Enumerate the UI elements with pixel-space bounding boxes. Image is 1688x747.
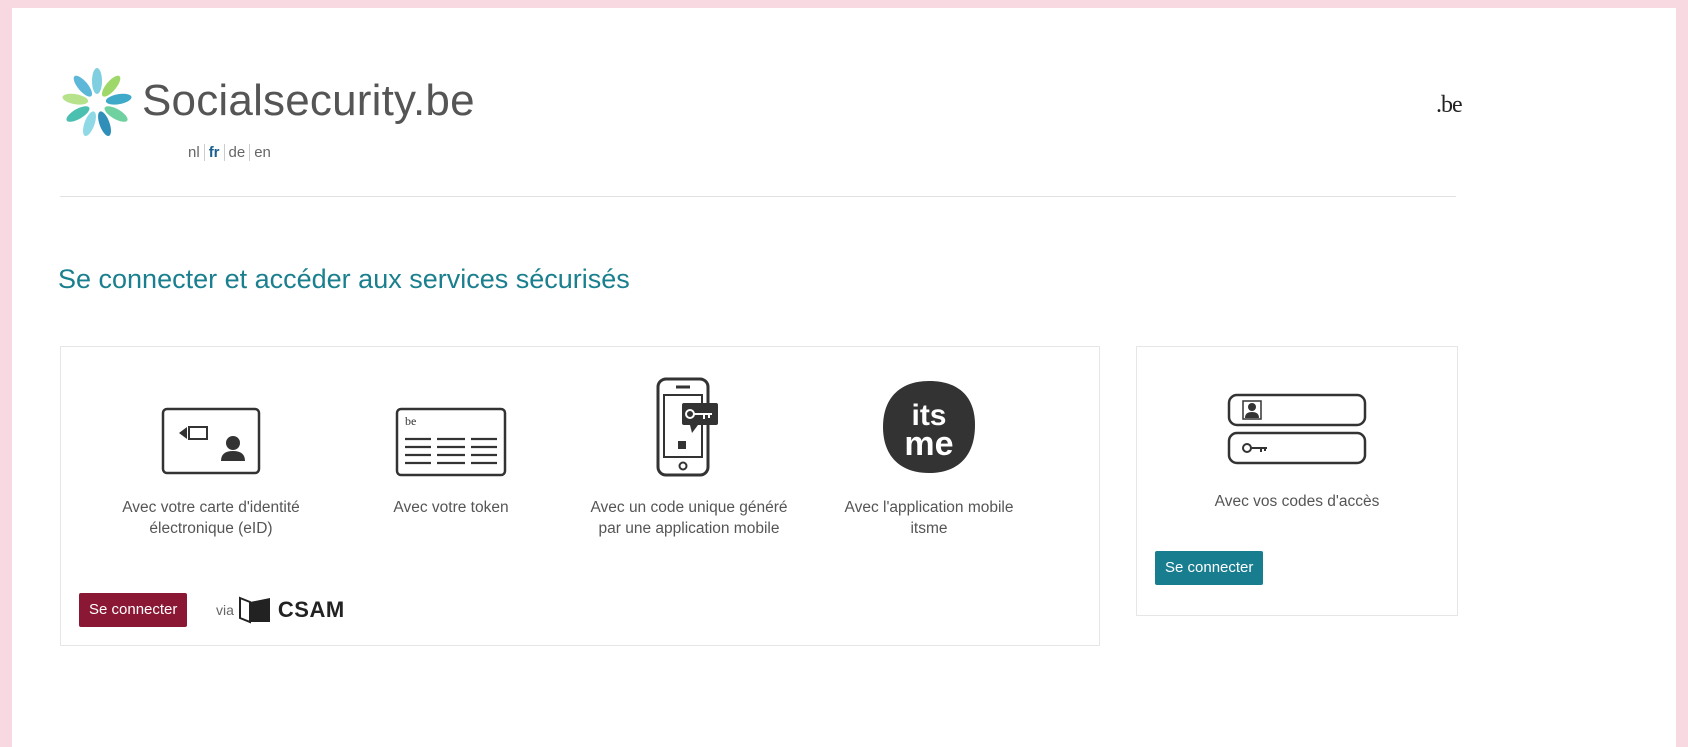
csam-logo-icon: [238, 596, 270, 624]
site-name: Socialsecurity.be: [142, 76, 475, 125]
lang-fr[interactable]: fr: [203, 144, 224, 161]
option-token[interactable]: be Avec votre token: [351, 367, 551, 518]
access-codes-icon: [1227, 393, 1367, 465]
be-logo[interactable]: .be: [1436, 92, 1463, 119]
page: Socialsecurity.be nl fr de en .be Se connec…: [12, 8, 1676, 747]
language-switcher: nl fr de en: [188, 144, 275, 161]
eid-card-icon: [161, 407, 261, 475]
option-mobile-code-label: Avec un code unique généré par une appli…: [590, 499, 788, 537]
login-button-csam[interactable]: Se connecter: [79, 593, 188, 627]
site-logo[interactable]: Socialsecurity.be nl fr de en: [60, 66, 520, 166]
csam-label: CSAM: [277, 597, 345, 622]
option-token-label: Avec votre token: [393, 499, 509, 516]
option-eid-label: Avec votre carte d'identité électronique…: [122, 499, 300, 537]
option-mobile-code[interactable]: Avec un code unique généré par une appli…: [589, 367, 789, 539]
mobile-code-icon: [656, 377, 718, 477]
token-icon: be: [395, 407, 507, 477]
itsme-icon: its me: [883, 381, 975, 473]
access-codes-card: Avec vos codes d'accès Se connecter: [1136, 346, 1458, 616]
via-label: via: [216, 602, 234, 618]
option-eid[interactable]: Avec votre carte d'identité électronique…: [111, 367, 311, 539]
login-button-codes[interactable]: Se connecter: [1155, 551, 1264, 585]
svg-text:me: me: [904, 425, 953, 463]
access-codes-label: Avec vos codes d'accès: [1214, 493, 1380, 510]
flower-logo-icon: [62, 68, 132, 137]
lang-en[interactable]: en: [249, 144, 275, 161]
svg-text:be: be: [405, 414, 416, 428]
lang-nl[interactable]: nl: [188, 144, 204, 161]
lang-de[interactable]: de: [223, 144, 250, 161]
csam-mark: via CSAM: [216, 596, 345, 624]
header-divider: [60, 196, 1456, 197]
login-options-card: Avec votre carte d'identité électronique…: [60, 346, 1100, 646]
page-title: Se connecter et accéder aux services séc…: [58, 264, 630, 294]
option-itsme[interactable]: its me Avec l'application mobile itsme: [829, 367, 1029, 539]
option-itsme-label: Avec l'application mobile itsme: [844, 499, 1014, 537]
